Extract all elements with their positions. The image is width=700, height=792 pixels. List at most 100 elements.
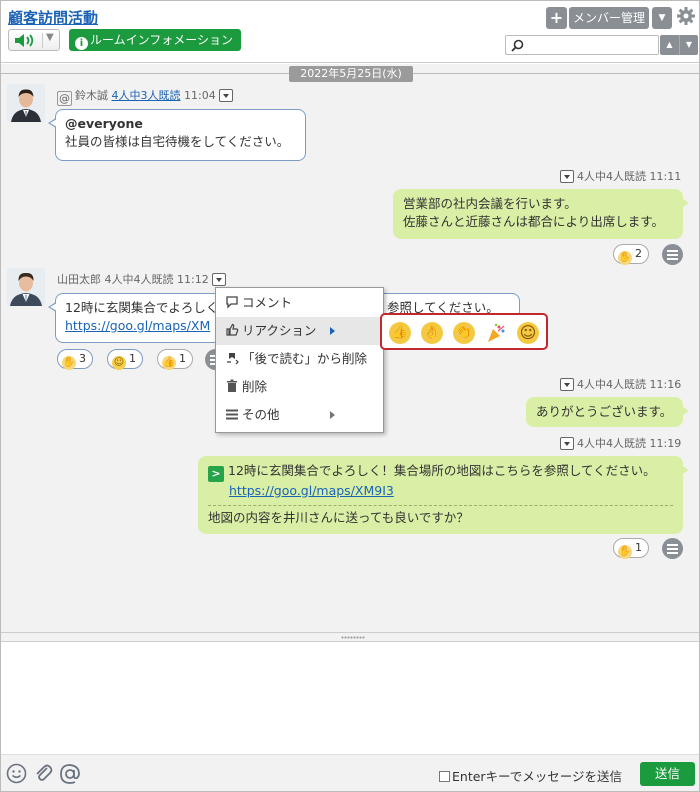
- reaction-chip[interactable]: ✋ 1: [613, 538, 649, 559]
- message-time: 11:04: [184, 89, 216, 102]
- room-information-label: ルームインフォメーション: [90, 33, 234, 47]
- reaction-chip[interactable]: ☺ 1: [107, 349, 143, 370]
- clap-emoji-icon: ✋: [62, 356, 76, 370]
- party-popper-emoji-icon[interactable]: [485, 322, 507, 344]
- reaction-chip[interactable]: ✋ 2: [613, 244, 649, 265]
- enter-to-send-label: Enterキーでメッセージを送信: [452, 769, 623, 784]
- message-bubble[interactable]: @everyone 社員の皆様は自宅待機をしてください。: [48, 109, 306, 161]
- menu-item-remove-read-later[interactable]: 「後で読む」から削除: [216, 345, 383, 373]
- quoted-text: 12時に玄関集合でよろしく！集合場所の地図はこちらを参照してください。: [228, 463, 656, 478]
- reaction-count: 3: [79, 352, 86, 365]
- quoted-link[interactable]: https://goo.gl/maps/XM9I3: [208, 482, 673, 500]
- message-bubble[interactable]: >12時に玄関集合でよろしく！集合場所の地図はこちらを参照してください。 htt…: [198, 456, 689, 534]
- message-meta: 4人中4人既読 11:19: [557, 435, 681, 451]
- chevron-down-icon[interactable]: ▼: [46, 32, 54, 43]
- message-bubble[interactable]: ありがとうございます。: [526, 397, 689, 427]
- menu-item-more[interactable]: その他: [216, 401, 383, 429]
- enter-to-send-checkbox[interactable]: Enterキーでメッセージを送信: [439, 766, 622, 785]
- message-menu-dropdown[interactable]: [218, 89, 233, 102]
- search-prev-button[interactable]: ▲: [660, 35, 679, 55]
- speaker-icon: [14, 33, 36, 51]
- read-status[interactable]: 4人中4人既読: [577, 378, 646, 391]
- message-context-menu: コメント リアクション 「後で読む」から削除 削除 その他: [215, 287, 384, 433]
- message-meta: 山田太郎 4人中4人既読 11:12: [57, 271, 229, 287]
- thumbs-up-emoji-icon: 👍: [162, 356, 176, 370]
- gear-icon[interactable]: [676, 6, 696, 29]
- smile-emoji-icon[interactable]: ☺: [517, 322, 539, 344]
- menu-item-delete[interactable]: 削除: [216, 373, 383, 401]
- menu-item-label: 「後で読む」から削除: [242, 351, 368, 366]
- notification-sound-button[interactable]: ▼: [8, 29, 60, 51]
- member-dropdown-button[interactable]: ▼: [652, 7, 672, 29]
- message-time: 11:16: [649, 378, 682, 391]
- reaction-menu-button[interactable]: [662, 244, 683, 265]
- reaction-picker: 👍 👌 👏 ☺: [380, 313, 548, 350]
- composer-toolbar: Enterキーでメッセージを送信 送信: [1, 754, 699, 791]
- message-menu-dropdown[interactable]: [211, 273, 226, 286]
- message-menu-dropdown[interactable]: [560, 378, 574, 391]
- clap-emoji-icon[interactable]: 👏: [453, 322, 475, 344]
- message-input[interactable]: [1, 642, 699, 754]
- reaction-chip[interactable]: 👍 1: [157, 349, 193, 370]
- mention-icon[interactable]: [59, 763, 81, 788]
- avatar[interactable]: [7, 84, 45, 122]
- thumbs-up-icon: [226, 323, 239, 336]
- reaction-count: 1: [129, 352, 136, 365]
- comment-icon: [226, 296, 238, 309]
- reaction-count: 1: [179, 352, 186, 365]
- message-text: 12時に玄関集合でよろしく: [65, 300, 219, 315]
- message-text: ありがとうございます。: [536, 404, 673, 419]
- menu-item-label: 削除: [242, 379, 268, 394]
- message-time: 11:19: [649, 437, 682, 450]
- search-next-button[interactable]: ▼: [679, 35, 698, 55]
- menu-item-reaction[interactable]: リアクション: [216, 317, 383, 345]
- search-icon: [511, 39, 524, 52]
- attachment-icon[interactable]: [33, 763, 54, 787]
- menu-item-label: コメント: [242, 295, 293, 310]
- pin-remove-icon: [227, 353, 239, 365]
- add-member-button[interactable]: +: [546, 7, 567, 29]
- emoji-icon[interactable]: [6, 763, 27, 787]
- room-information-button[interactable]: i ルームインフォメーション: [69, 29, 242, 51]
- info-icon: i: [75, 37, 88, 50]
- member-management-button[interactable]: メンバー管理: [569, 7, 649, 29]
- read-status[interactable]: 4人中4人既読: [105, 273, 174, 286]
- mention-text: @everyone: [65, 116, 143, 131]
- avatar[interactable]: [7, 268, 45, 306]
- message-menu-dropdown[interactable]: [560, 437, 574, 450]
- grip-icon: [341, 636, 365, 639]
- menu-item-label: その他: [242, 407, 280, 422]
- smile-emoji-icon: ☺: [112, 356, 126, 370]
- read-status-link[interactable]: 4人中3人既読: [112, 89, 181, 102]
- send-button[interactable]: 送信: [640, 762, 695, 786]
- message-text: 営業部の社内会議を行います。: [403, 196, 577, 211]
- search-input[interactable]: [505, 35, 659, 55]
- sender-name[interactable]: 鈴木誠: [75, 89, 108, 102]
- message-text: 地図の内容を井川さんに送っても良いですか？: [208, 510, 469, 525]
- menu-item-comment[interactable]: コメント: [216, 289, 383, 317]
- chevron-right-icon: [330, 411, 335, 419]
- checkbox[interactable]: [439, 771, 450, 782]
- message-time: 11:12: [177, 273, 209, 286]
- message-bubble[interactable]: 営業部の社内会議を行います。 佐藤さんと近藤さんは都合により出席します。: [393, 189, 689, 239]
- room-title[interactable]: 顧客訪問活動: [8, 7, 98, 28]
- resize-handle[interactable]: [1, 632, 699, 642]
- reaction-chip[interactable]: ✋ 3: [57, 349, 93, 370]
- message-meta: 4人中4人既読 11:11: [557, 168, 681, 184]
- message-menu-dropdown[interactable]: [560, 170, 574, 183]
- chevron-right-icon: [330, 327, 335, 335]
- read-status[interactable]: 4人中4人既読: [577, 437, 646, 450]
- read-status[interactable]: 4人中4人既読: [577, 170, 646, 183]
- reaction-menu-button[interactable]: [662, 538, 683, 559]
- message-text: 社員の皆様は自宅待機をしてください。: [65, 134, 290, 149]
- reaction-count: 2: [635, 247, 642, 260]
- sender-name[interactable]: 山田太郎: [57, 273, 101, 286]
- quote-icon: >: [208, 466, 224, 482]
- mention-icon: @: [57, 91, 72, 106]
- divider: [42, 33, 43, 48]
- ok-hand-emoji-icon[interactable]: 👌: [421, 322, 443, 344]
- room-header: 顧客訪問活動 ▼ i ルームインフォメーション + メンバー管理 ▼ ▲ ▼: [1, 1, 699, 63]
- message-meta: 4人中4人既読 11:16: [557, 376, 681, 392]
- message-time: 11:11: [649, 170, 682, 183]
- thumbs-up-emoji-icon[interactable]: 👍: [389, 322, 411, 344]
